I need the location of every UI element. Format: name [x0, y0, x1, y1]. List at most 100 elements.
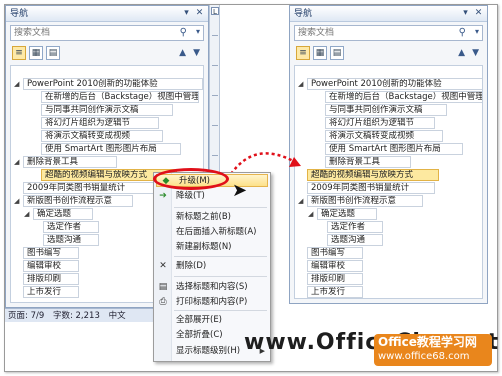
right-heading-item[interactable]: 编辑审校: [307, 260, 363, 272]
right-pane-title: 导航: [290, 6, 487, 22]
previous-result-icon[interactable]: ▲: [458, 48, 465, 58]
left-search-box[interactable]: ⚲ ▾: [10, 25, 204, 41]
right-heading-item[interactable]: 选定作者: [327, 221, 383, 233]
right-search-input[interactable]: [295, 26, 482, 40]
status-bar: 页面: 7/9 字数: 2,213 中文: [5, 308, 161, 322]
headings-view-tab-icon[interactable]: ≡: [12, 46, 26, 60]
menu-separator: [174, 310, 267, 311]
left-pane-title: 导航: [6, 6, 208, 22]
right-heading-tree: ◢ PowerPoint 2010创新的功能体验 在新增的后台（Backstage）…: [294, 65, 483, 299]
menu-item-label: 删除(D): [176, 261, 207, 271]
ruler-mark: [212, 125, 218, 126]
left-heading-item[interactable]: 排版印刷: [23, 273, 79, 285]
search-icon[interactable]: ⚲: [459, 27, 466, 38]
menu-item[interactable]: 新建副标题(N): [154, 241, 270, 254]
menu-item-label: 显示标题级别(H): [176, 346, 241, 356]
collapse-triangle-icon[interactable]: ◢: [24, 208, 32, 220]
right-heading-item[interactable]: 使用 SmartArt 图形图片布局: [325, 143, 463, 155]
results-view-tab-icon[interactable]: ▤: [46, 46, 60, 60]
next-result-icon[interactable]: ▼: [193, 48, 200, 58]
watermark-badge: Office教程学习网 www.office68.com: [374, 334, 492, 366]
right-heading-item[interactable]: PowerPoint 2010创新的功能体验: [307, 78, 482, 90]
ruler-toggle-icon[interactable]: L: [211, 7, 219, 16]
menu-item-label: 全部折叠(C): [176, 330, 223, 340]
left-heading-item[interactable]: 删除背景工具: [23, 156, 117, 168]
pages-view-tab-icon[interactable]: ▦: [29, 46, 43, 60]
ruler-mark: [212, 65, 218, 66]
search-dropdown-icon[interactable]: ▾: [475, 27, 479, 36]
right-view-tabs: ≡ ▦ ▤: [296, 46, 347, 62]
right-heading-item[interactable]: 超酷的视频编辑与放映方式: [307, 169, 439, 181]
search-icon[interactable]: ⚲: [180, 27, 187, 38]
right-heading-item[interactable]: 确定选题: [317, 208, 377, 220]
left-heading-item[interactable]: 编辑审校: [23, 260, 79, 272]
menu-item[interactable]: ➔ 降级(T): [154, 190, 270, 203]
collapse-triangle-icon[interactable]: ◢: [14, 195, 22, 207]
collapse-triangle-icon[interactable]: ◢: [308, 208, 316, 220]
search-dropdown-icon[interactable]: ▾: [196, 27, 200, 36]
collapse-triangle-icon[interactable]: ◢: [14, 156, 22, 168]
close-icon[interactable]: ✕: [194, 8, 205, 19]
print-icon: ⎙: [159, 297, 167, 307]
left-heading-item[interactable]: 将幻灯片组织为逻辑节: [41, 117, 159, 129]
left-view-tabs: ≡ ▦ ▤: [12, 46, 63, 62]
right-heading-item[interactable]: 2009年同类图书销量统计: [307, 182, 435, 194]
page-count: 页面: 7/9: [8, 311, 45, 321]
right-heading-item[interactable]: 删除背景工具: [325, 156, 411, 168]
language-indicator[interactable]: 中文: [109, 311, 126, 321]
menu-item-label: 新建副标题(N): [176, 242, 232, 252]
right-heading-item[interactable]: 将演示文稿转变成视频: [325, 130, 443, 142]
collapse-triangle-icon[interactable]: ◢: [14, 78, 22, 90]
right-search-box[interactable]: ⚲ ▾: [294, 25, 483, 41]
menu-item[interactable]: 新标题之前(B): [154, 211, 270, 224]
left-heading-item[interactable]: 将演示文稿转变成视频: [41, 130, 163, 142]
watermark-badge-url: www.office68.com: [378, 351, 470, 362]
previous-result-icon[interactable]: ▲: [179, 48, 186, 58]
watermark-badge-title: Office教程学习网: [378, 335, 477, 349]
menu-item[interactable]: ⎙ 打印标题和内容(P): [154, 296, 270, 309]
pages-view-tab-icon[interactable]: ▦: [313, 46, 327, 60]
close-icon[interactable]: ✕: [473, 8, 484, 19]
ruler-mark: [212, 155, 218, 156]
left-heading-item[interactable]: 选定作者: [43, 221, 99, 233]
right-heading-item[interactable]: 上市发行: [307, 286, 363, 298]
left-heading-item[interactable]: 与同事共同创作演示文稿: [41, 104, 173, 116]
menu-item-label: 新标题之前(B): [176, 212, 231, 222]
menu-item-label: 全部展开(E): [176, 315, 223, 325]
next-result-icon[interactable]: ▼: [472, 48, 479, 58]
pane-menu-icon[interactable]: ▾: [181, 8, 192, 19]
menu-item-label: 在后面插入新标题(A): [176, 227, 257, 237]
delete-x-icon: ✕: [159, 261, 167, 271]
right-heading-item[interactable]: 将幻灯片组织为逻辑节: [325, 117, 435, 129]
menu-item[interactable]: 在后面插入新标题(A): [154, 226, 270, 239]
demote-arrow-icon: ➔: [159, 191, 167, 201]
right-heading-item[interactable]: 在新增的后台（Backstage）视图中管理...: [325, 91, 482, 103]
menu-item[interactable]: 全部展开(E): [154, 314, 270, 327]
pane-menu-icon[interactable]: ▾: [460, 8, 471, 19]
menu-separator: [174, 276, 267, 277]
word-count: 字数: 2,213: [52, 311, 100, 321]
mouse-cursor-icon: ➤: [232, 180, 248, 201]
menu-item[interactable]: ▤ 选择标题和内容(S): [154, 281, 270, 294]
left-heading-item[interactable]: 新版图书创作流程示意: [23, 195, 133, 207]
left-heading-item[interactable]: 图书编写: [23, 247, 79, 259]
left-heading-item[interactable]: 选题沟通: [43, 234, 99, 246]
right-heading-item[interactable]: 新版图书创作流程示意: [307, 195, 423, 207]
left-heading-item[interactable]: 2009年同类图书销量统计: [23, 182, 155, 194]
left-heading-item[interactable]: PowerPoint 2010创新的功能体验: [23, 78, 203, 90]
screenshot-stage: 导航 ▾ ✕ ⚲ ▾ ≡▦▤ ▲ ▼ ◢PowerPoint 2010创新的功能…: [0, 0, 502, 376]
collapse-triangle-icon[interactable]: ◢: [298, 195, 306, 207]
left-heading-item[interactable]: 在新增的后台（Backstage）视图中管理...: [41, 91, 199, 103]
results-view-tab-icon[interactable]: ▤: [330, 46, 344, 60]
right-heading-item[interactable]: 排版印刷: [307, 273, 363, 285]
menu-item[interactable]: ✕ 删除(D): [154, 260, 270, 273]
left-heading-item[interactable]: 使用 SmartArt 图形图片布局: [41, 143, 181, 155]
left-heading-item[interactable]: 确定选题: [33, 208, 93, 220]
left-search-input[interactable]: [11, 26, 203, 40]
right-heading-item[interactable]: 图书编写: [307, 247, 363, 259]
collapse-triangle-icon[interactable]: ◢: [298, 78, 306, 90]
right-heading-item[interactable]: 选题沟通: [327, 234, 383, 246]
headings-view-tab-icon[interactable]: ≡: [296, 46, 310, 60]
left-heading-item[interactable]: 上市发行: [23, 286, 79, 298]
right-heading-item[interactable]: 与同事共同创作演示文稿: [325, 104, 447, 116]
